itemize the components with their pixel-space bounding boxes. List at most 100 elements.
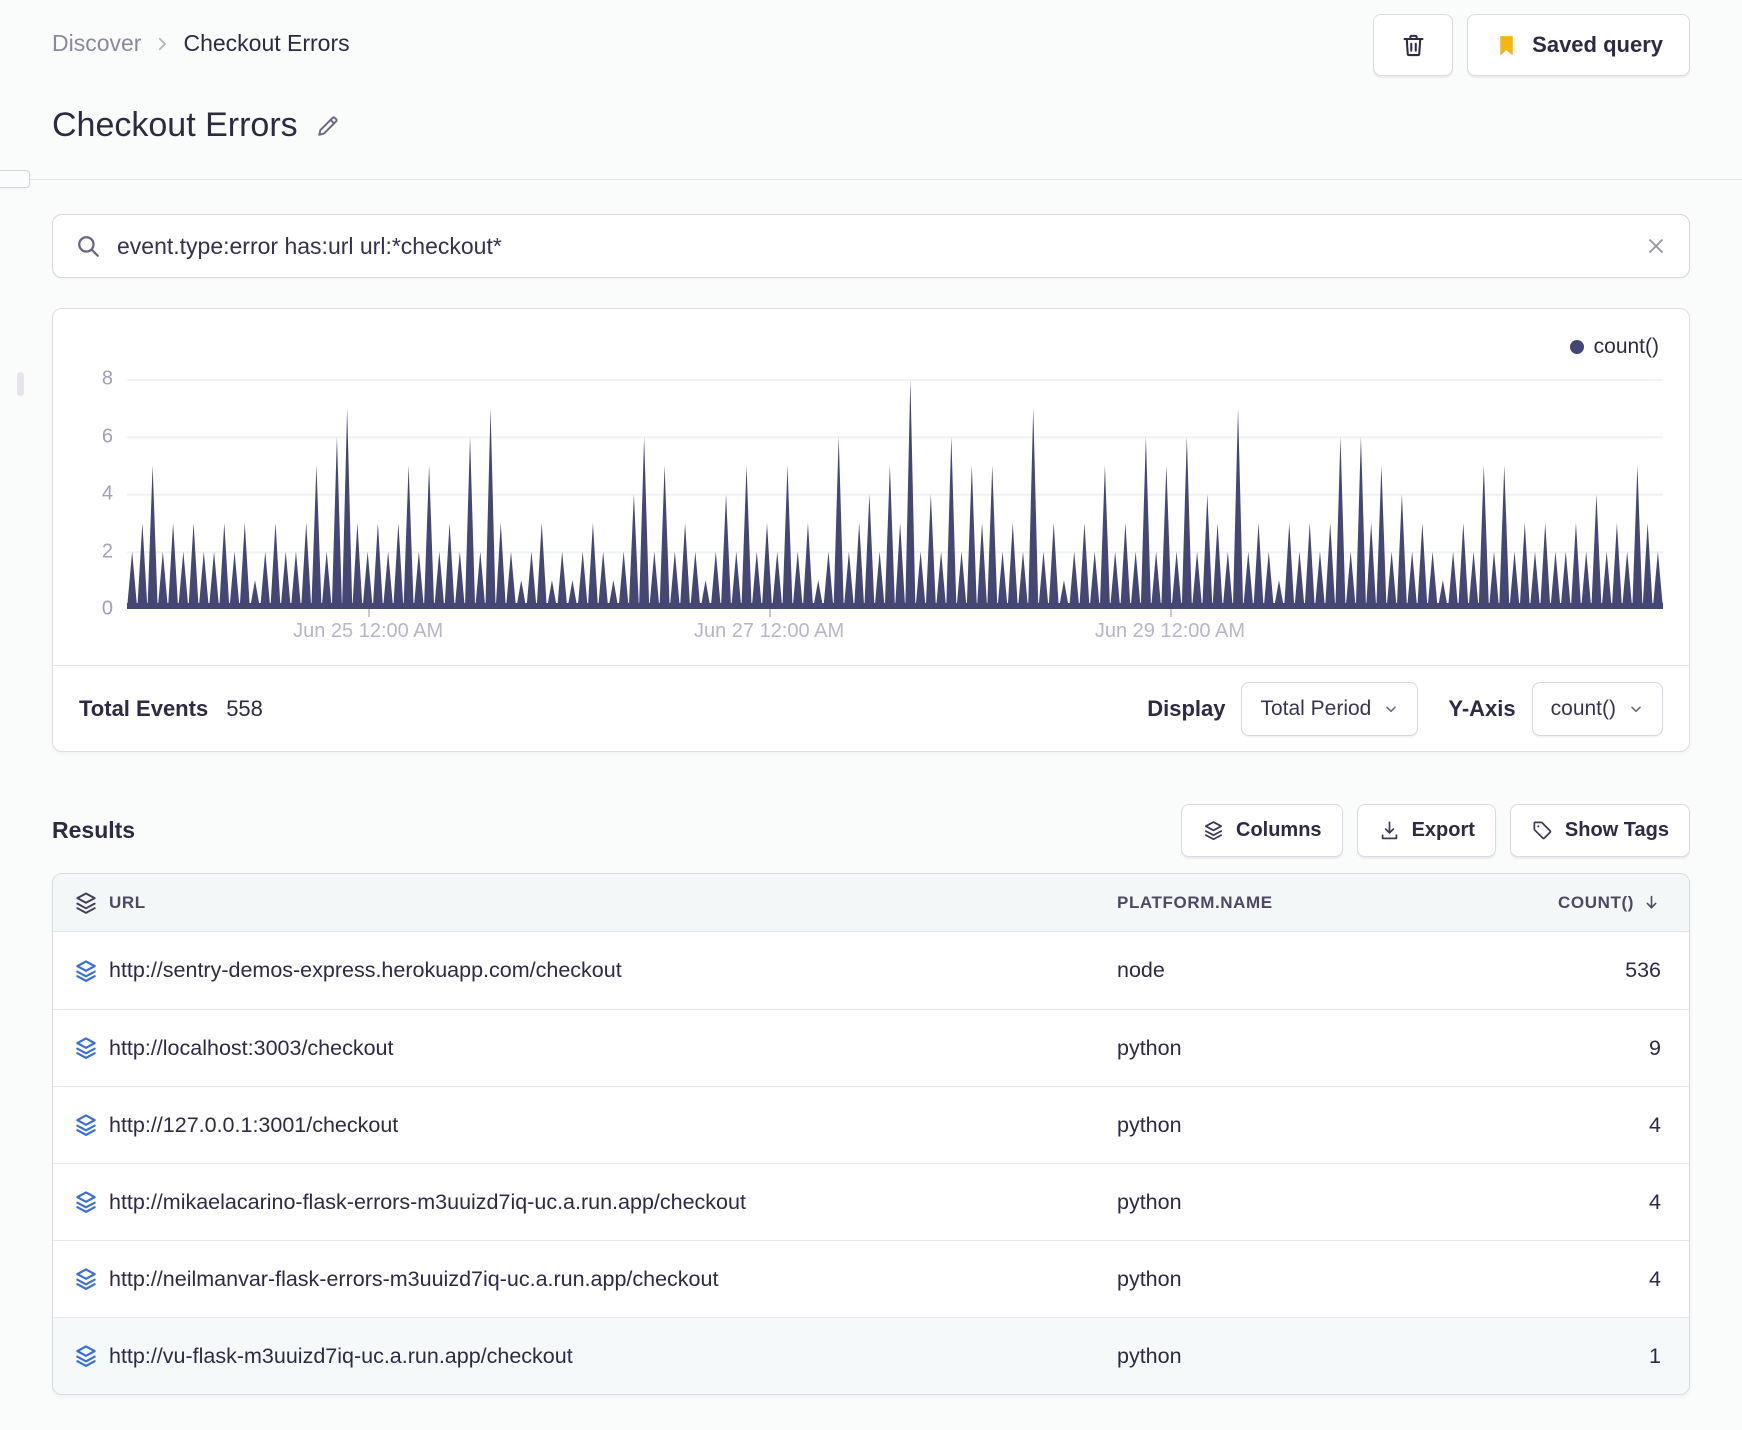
row-url[interactable]: http://sentry-demos-express.herokuapp.co…	[109, 958, 1117, 983]
columns-button[interactable]: Columns	[1181, 804, 1343, 857]
table-header-row: URL PLATFORM.NAME COUNT()	[53, 874, 1689, 932]
row-url[interactable]: http://mikaelacarino-flask-errors-m3uuiz…	[109, 1190, 1117, 1215]
show-tags-button[interactable]: Show Tags	[1509, 804, 1690, 857]
download-icon	[1378, 819, 1401, 842]
layers-icon[interactable]	[53, 1266, 109, 1292]
tag-icon	[1531, 819, 1554, 842]
chevron-down-icon	[1383, 701, 1399, 717]
chart-footer: Total Events 558 Display Total Period Y-…	[53, 665, 1689, 751]
table-row[interactable]: http://127.0.0.1:3001/checkout python 4	[53, 1086, 1689, 1163]
row-url[interactable]: http://localhost:3003/checkout	[109, 1036, 1117, 1061]
row-platform: python	[1117, 1189, 1182, 1214]
page-title: Checkout Errors	[52, 106, 1690, 145]
y-tick-label: 6	[101, 425, 113, 447]
legend-label: count()	[1593, 335, 1659, 358]
total-events-label: Total Events	[79, 695, 209, 721]
row-url[interactable]: http://vu-flask-m3uuizd7iq-uc.a.run.app/…	[109, 1344, 1117, 1369]
row-platform: python	[1117, 1035, 1182, 1060]
header-actions: Saved query	[1373, 14, 1690, 76]
row-url[interactable]: http://neilmanvar-flask-errors-m3uuizd7i…	[109, 1267, 1117, 1292]
layers-icon[interactable]	[53, 1189, 109, 1215]
search-icon	[75, 233, 101, 259]
display-select[interactable]: Total Period	[1241, 681, 1419, 736]
results-table: URL PLATFORM.NAME COUNT() http://sentry-…	[52, 873, 1690, 1395]
page-title-text: Checkout Errors	[52, 106, 298, 144]
x-tick-mark	[1169, 609, 1172, 617]
chevron-right-icon	[153, 35, 171, 53]
breadcrumb-current: Checkout Errors	[183, 30, 350, 56]
table-row[interactable]: http://localhost:3003/checkout python 9	[53, 1009, 1689, 1086]
x-tick-label: Jun 27 12:00 AM	[693, 620, 845, 642]
table-row[interactable]: http://sentry-demos-express.herokuapp.co…	[53, 932, 1689, 1009]
table-row[interactable]: http://neilmanvar-flask-errors-m3uuizd7i…	[53, 1240, 1689, 1317]
chart-area: 0 2 4 6 8 Jun 25 12:00 AM Jun 27 12:00 AM Jun …	[79, 368, 1663, 642]
results-actions: Columns Export Show Tags	[1181, 804, 1690, 857]
chart-svg	[127, 379, 1663, 609]
row-count: 4	[1649, 1112, 1661, 1137]
export-label: Export	[1411, 819, 1475, 841]
table-row[interactable]: http://mikaelacarino-flask-errors-m3uuiz…	[53, 1163, 1689, 1240]
yaxis-select[interactable]: count()	[1531, 681, 1663, 736]
row-platform: node	[1117, 958, 1165, 982]
results-bar: Results Columns Export Show Tags	[52, 804, 1690, 857]
row-platform: python	[1117, 1112, 1182, 1137]
row-count: 4	[1649, 1189, 1661, 1214]
y-tick-label: 0	[101, 597, 113, 620]
y-tick-label: 4	[101, 482, 113, 505]
y-axis-labels: 0 2 4 6 8	[79, 368, 127, 620]
chart-plot: Jun 25 12:00 AM Jun 27 12:00 AM Jun 29 12:…	[127, 379, 1663, 642]
chart-legend[interactable]: count()	[79, 327, 1663, 379]
yaxis-value: count()	[1550, 696, 1616, 720]
delete-query-button[interactable]	[1373, 14, 1454, 76]
layers-icon	[1202, 819, 1225, 842]
layers-icon[interactable]	[53, 1035, 109, 1061]
row-platform: python	[1117, 1343, 1182, 1368]
results-heading: Results	[52, 817, 136, 843]
bookmark-icon	[1494, 33, 1519, 58]
chart-controls: Display Total Period Y-Axis count()	[1147, 681, 1663, 736]
display-value: Total Period	[1260, 696, 1372, 720]
x-axis-labels: Jun 25 12:00 AM Jun 27 12:00 AM Jun 29 12:…	[127, 607, 1663, 657]
layers-icon[interactable]	[53, 1343, 109, 1369]
header-divider	[0, 170, 1742, 188]
breadcrumb-discover[interactable]: Discover	[52, 30, 141, 57]
search-bar	[52, 214, 1690, 278]
chart-card: count() 0 2 4 6 8 Jun 25 12:00 AM Jun 27 12:0…	[52, 308, 1690, 752]
saved-query-label: Saved query	[1532, 32, 1663, 57]
saved-query-button[interactable]: Saved query	[1467, 14, 1690, 76]
search-input[interactable]	[117, 232, 1629, 260]
pencil-icon[interactable]	[314, 112, 342, 140]
table-row[interactable]: http://vu-flask-m3uuizd7iq-uc.a.run.app/…	[53, 1317, 1689, 1394]
show-tags-label: Show Tags	[1564, 819, 1669, 841]
column-header-platform[interactable]: PLATFORM.NAME	[1117, 893, 1467, 913]
row-count: 4	[1649, 1266, 1661, 1291]
legend-dot-icon	[1569, 340, 1584, 354]
columns-label: Columns	[1236, 819, 1322, 841]
top-bar: Discover Checkout Errors Saved query	[52, 14, 1690, 76]
breadcrumb: Discover Checkout Errors	[52, 14, 350, 57]
chevron-down-icon	[1628, 701, 1644, 717]
total-events: Total Events 558	[79, 696, 263, 722]
x-tick-label: Jun 29 12:00 AM	[1094, 620, 1245, 642]
column-header-count[interactable]: COUNT()	[1467, 893, 1689, 913]
export-button[interactable]: Export	[1356, 804, 1496, 857]
display-label: Display	[1147, 695, 1226, 721]
arrow-down-icon	[1642, 893, 1661, 912]
x-tick-mark	[368, 609, 371, 617]
layers-icon[interactable]	[53, 1112, 109, 1138]
x-tick-mark	[769, 609, 772, 617]
row-url[interactable]: http://127.0.0.1:3001/checkout	[109, 1113, 1117, 1138]
row-count: 536	[1625, 958, 1661, 982]
y-tick-label: 8	[101, 367, 113, 390]
layers-icon[interactable]	[53, 890, 109, 916]
discover-page: Discover Checkout Errors Saved query Che…	[0, 0, 1742, 1395]
scroll-artifact	[17, 372, 24, 396]
column-header-url[interactable]: URL	[109, 893, 1117, 913]
y-tick-label: 2	[101, 540, 113, 562]
collapsed-sidebar-handle[interactable]	[0, 170, 30, 188]
trash-icon	[1400, 32, 1427, 59]
yaxis-label: Y-Axis	[1448, 695, 1516, 721]
close-icon[interactable]	[1645, 235, 1667, 257]
total-events-value: 558	[226, 695, 263, 721]
layers-icon[interactable]	[53, 958, 109, 984]
